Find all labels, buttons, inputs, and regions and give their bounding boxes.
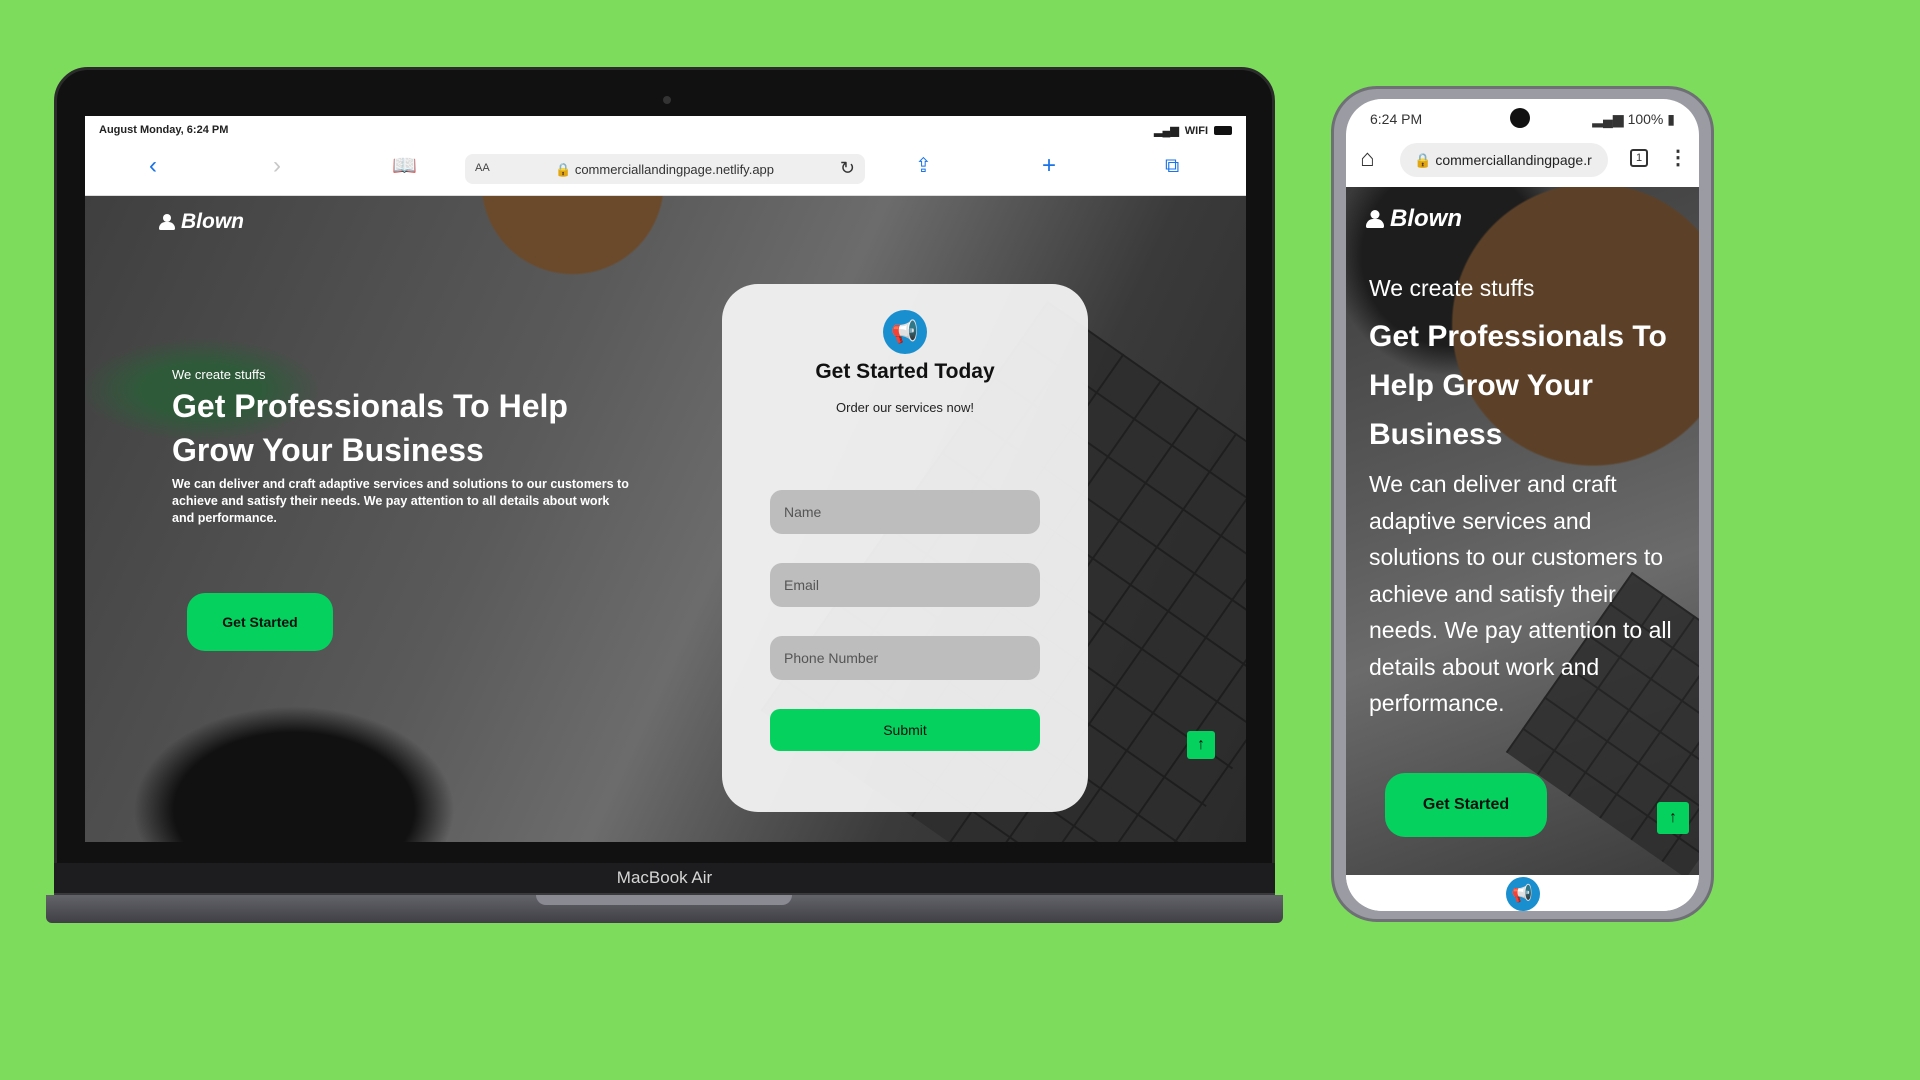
hero-copy: We create stuffs Get Professionals To He… <box>172 367 632 527</box>
user-icon <box>1366 210 1384 228</box>
get-started-button[interactable]: Get Started <box>1385 773 1547 837</box>
tabs-icon[interactable]: ⧉ <box>1165 154 1179 178</box>
battery-level: 100% <box>1627 111 1664 127</box>
hero-section: Blown We create stuffs Get Professionals… <box>85 196 1246 842</box>
form-title: Get Started Today <box>815 360 995 383</box>
hero-description: We can deliver and craft adaptive servic… <box>1369 471 1672 716</box>
laptop-base <box>46 895 1283 923</box>
url-value: commerciallandingpage.netlify.app <box>574 162 775 177</box>
address-bar[interactable]: AA 🔒 commerciallandingpage.netlify.app ↻ <box>465 154 865 184</box>
phone-field[interactable] <box>770 636 1040 680</box>
phone-screen: 6:24 PM ▂▄▆ 100% ▮ ⌂ 🔒 commerciallanding… <box>1346 99 1699 911</box>
reload-icon[interactable]: ↻ <box>840 158 855 179</box>
get-started-button[interactable]: Get Started <box>187 593 333 651</box>
brand-name: Blown <box>181 210 244 233</box>
phone-camera <box>1510 108 1530 128</box>
hero-eyebrow: We create stuffs <box>172 367 266 382</box>
phone-url: commerciallandingpage.r <box>1435 152 1592 168</box>
hero-copy: We create stuffs Get Professionals To He… <box>1369 275 1687 722</box>
hero-title: Get Professionals To Help Grow Your Busi… <box>172 388 568 468</box>
lock-icon: 🔒 <box>555 162 572 177</box>
brand-name: Blown <box>1390 205 1462 232</box>
hero-eyebrow: We create stuffs <box>1369 275 1535 301</box>
name-field[interactable] <box>770 490 1040 534</box>
phone-status-bar: 6:24 PM ▂▄▆ 100% ▮ <box>1346 99 1699 135</box>
laptop-hinge: MacBook Air <box>54 863 1275 895</box>
signal-icon: ▂▄▆ <box>1592 111 1624 127</box>
url-text: 🔒 commerciallandingpage.netlify.app <box>555 162 774 178</box>
new-tab-icon[interactable]: + <box>1042 154 1056 178</box>
hero-title: Get Professionals To Help Grow Your Busi… <box>1369 320 1667 451</box>
home-icon[interactable]: ⌂ <box>1360 145 1375 173</box>
status-bar: August Monday, 6:24 PM ▂▄▆ WIFI <box>85 116 1246 142</box>
megaphone-icon[interactable]: 📢 <box>1505 877 1540 911</box>
signup-form-card: 📢 Get Started Today Order our services n… <box>722 284 1088 812</box>
bookmarks-icon[interactable]: 📖 <box>392 154 417 178</box>
battery-icon: ▮ <box>1667 111 1675 127</box>
laptop-notch <box>536 895 792 905</box>
user-icon <box>159 214 175 230</box>
phone-hero-section: Blown We create stuffs Get Professionals… <box>1346 187 1699 875</box>
scroll-top-button[interactable]: ↑ <box>1187 731 1215 759</box>
battery-icon <box>1214 126 1232 135</box>
phone-frame: 6:24 PM ▂▄▆ 100% ▮ ⌂ 🔒 commerciallanding… <box>1331 86 1714 922</box>
megaphone-icon: 📢 <box>883 310 927 354</box>
brand-logo[interactable]: Blown <box>1366 205 1462 233</box>
phone-address-bar[interactable]: 🔒 commerciallandingpage.r <box>1400 143 1608 177</box>
laptop-screen: August Monday, 6:24 PM ▂▄▆ WIFI ‹ › 📖 AA… <box>85 116 1246 842</box>
email-field[interactable] <box>770 563 1040 607</box>
brand-logo[interactable]: Blown <box>159 210 244 234</box>
laptop-model-label: MacBook Air <box>616 868 713 887</box>
status-time: August Monday, 6:24 PM <box>99 124 229 136</box>
forward-icon[interactable]: › <box>273 154 281 178</box>
phone-browser-toolbar: ⌂ 🔒 commerciallandingpage.r 1 ⋮ <box>1346 135 1699 187</box>
more-menu-icon[interactable]: ⋮ <box>1668 145 1688 170</box>
laptop-frame: August Monday, 6:24 PM ▂▄▆ WIFI ‹ › 📖 AA… <box>54 67 1275 867</box>
tab-count-icon[interactable]: 1 <box>1630 149 1648 167</box>
lock-icon: 🔒 <box>1414 152 1432 168</box>
text-size-button[interactable]: AA <box>475 162 490 174</box>
scroll-top-button[interactable]: ↑ <box>1657 802 1689 834</box>
signal-icon: ▂▄▆ <box>1154 125 1179 137</box>
form-subtitle: Order our services now! <box>836 400 974 415</box>
hero-description: We can deliver and craft adaptive servic… <box>172 477 629 525</box>
phone-bottom-bar: 📢 <box>1346 875 1699 911</box>
wifi-label: WIFI <box>1184 124 1208 137</box>
share-icon[interactable]: ⇪ <box>915 154 932 178</box>
camera <box>663 96 671 104</box>
submit-button[interactable]: Submit <box>770 709 1040 751</box>
phone-status-time: 6:24 PM <box>1370 111 1423 127</box>
back-icon[interactable]: ‹ <box>149 154 157 178</box>
browser-toolbar: ‹ › 📖 AA 🔒 commerciallandingpage.netlify… <box>85 142 1246 196</box>
